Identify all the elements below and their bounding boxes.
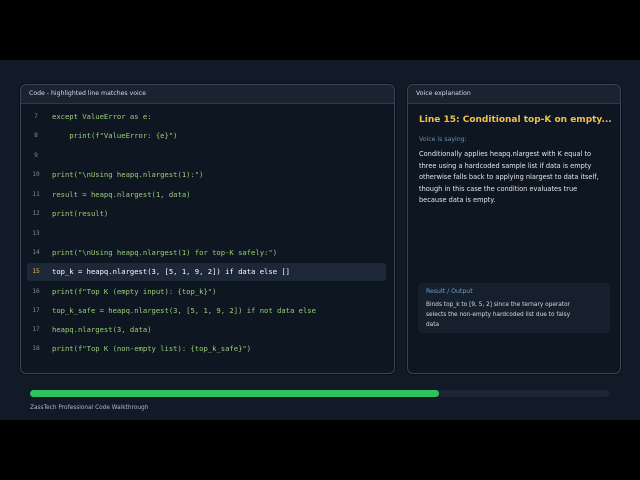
line-number: 17 xyxy=(32,326,40,333)
voice-saying-text: Conditionally applies heapq.nlargest wit… xyxy=(419,150,599,205)
code-line: 17 top_k_safe = heapq.nlargest(3, [5, 1, … xyxy=(27,302,386,320)
code-line: 17 heapq.nlargest(3, data) xyxy=(27,321,386,339)
line-number: 11 xyxy=(32,191,40,198)
code-line: 11 result = heapq.nlargest(1, data) xyxy=(27,186,386,204)
line-number: 15 xyxy=(32,268,40,275)
result-box: Result / Output Binds top_k to [9, 5, 2]… xyxy=(418,283,610,333)
code-text: print(f"ValueError: {e}") xyxy=(52,131,178,140)
code-text: top_k_safe = heapq.nlargest(3, [5, 1, 9,… xyxy=(52,306,316,315)
voice-panel-header: Voice explanation xyxy=(408,85,620,104)
line-number: 16 xyxy=(32,288,40,295)
voice-title: Line 15: Conditional top-K on empty... xyxy=(419,115,612,125)
line-number: 17 xyxy=(32,307,40,314)
result-label: Result / Output xyxy=(426,288,473,295)
voice-panel: Voice explanation Line 15: Conditional t… xyxy=(407,84,621,374)
code-text: result = heapq.nlargest(1, data) xyxy=(52,190,191,199)
line-number: 10 xyxy=(32,171,40,178)
footer-text: ZassTech Professional Code Walkthrough xyxy=(30,405,149,411)
code-line: 16 print(f"Top K (empty input): {top_k}") xyxy=(27,283,386,301)
code-line: 8 print(f"ValueError: {e}") xyxy=(27,127,386,145)
progress-fill xyxy=(30,390,439,397)
code-panel: Code - highlighted line matches voice 7 e… xyxy=(20,84,395,374)
code-text: print(f"Top K (empty input): {top_k}") xyxy=(52,287,217,296)
code-text: print(result) xyxy=(52,209,109,218)
code-panel-header: Code - highlighted line matches voice xyxy=(21,85,394,104)
line-number: 12 xyxy=(32,210,40,217)
progress-bar[interactable] xyxy=(30,390,610,397)
code-text: print("\nUsing heapq.nlargest(1) for top… xyxy=(52,248,278,257)
code-line: 12 print(result) xyxy=(27,205,386,223)
line-number: 8 xyxy=(34,132,38,139)
code-text: heapq.nlargest(3, data) xyxy=(52,325,152,334)
highlighted-code-line: 15 top_k = heapq.nlargest(3, [5, 1, 9, 2]… xyxy=(27,263,386,281)
line-number: 7 xyxy=(34,113,38,120)
code-line: 7 except ValueError as e: xyxy=(27,108,386,126)
code-text: print("\nUsing heapq.nlargest(1):") xyxy=(52,170,204,179)
code-line: 14 print("\nUsing heapq.nlargest(1) for t… xyxy=(27,244,386,262)
code-line: 13 xyxy=(27,225,386,243)
code-text: print(f"Top K (non-empty list): {top_k_s… xyxy=(52,344,252,353)
line-number: 9 xyxy=(34,152,38,159)
code-text: except ValueError as e: xyxy=(52,112,152,121)
code-text: top_k = heapq.nlargest(3, [5, 1, 9, 2]) … xyxy=(52,267,290,276)
line-number: 18 xyxy=(32,345,40,352)
line-number: 13 xyxy=(32,230,40,237)
line-number: 14 xyxy=(32,249,40,256)
code-line: 18 print(f"Top K (non-empty list): {top_k… xyxy=(27,340,386,358)
code-line: 9 xyxy=(27,147,386,165)
result-text: Binds top_k to [9, 5, 2] since the terna… xyxy=(426,302,571,328)
voice-saying-label: Voice is saying: xyxy=(419,136,467,143)
code-line: 10 print("\nUsing heapq.nlargest(1):") xyxy=(27,166,386,184)
